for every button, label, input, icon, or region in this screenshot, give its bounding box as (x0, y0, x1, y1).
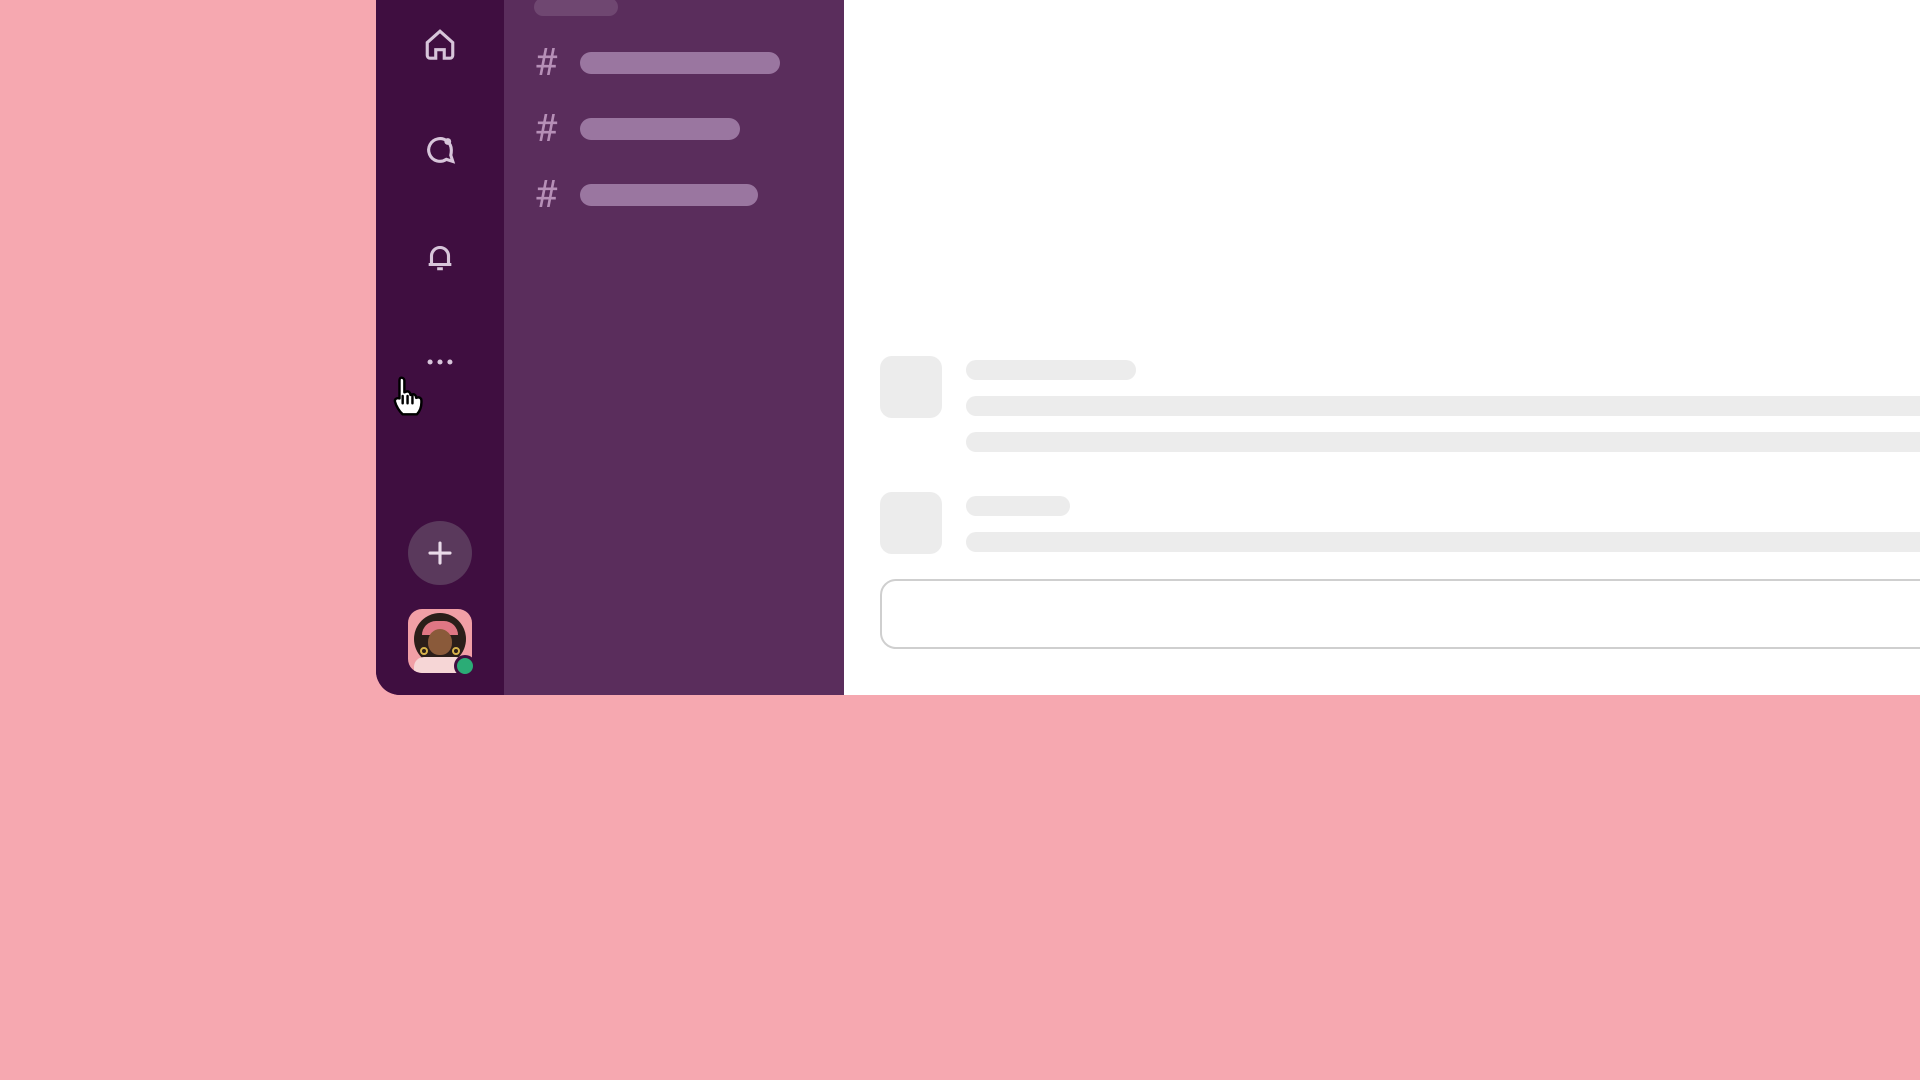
message-author-placeholder (966, 360, 1136, 380)
message-text-placeholder (966, 532, 1920, 552)
more-icon[interactable] (416, 338, 464, 386)
message-composer[interactable] (880, 579, 1920, 649)
message-pane (844, 0, 1920, 695)
hash-icon: # (534, 176, 558, 214)
message-avatar-placeholder (880, 492, 942, 554)
hash-icon: # (534, 44, 558, 82)
nav-rail (376, 0, 504, 695)
channels-section-label (534, 0, 618, 16)
message-author-placeholder (966, 496, 1070, 516)
channel-item[interactable]: # (534, 110, 814, 148)
user-avatar[interactable] (408, 609, 472, 673)
presence-indicator (454, 655, 476, 677)
message-text-placeholder (966, 432, 1920, 452)
channel-item[interactable]: # (534, 44, 814, 82)
channel-name-placeholder (580, 118, 740, 140)
hash-icon: # (534, 110, 558, 148)
app-window: # # # (376, 0, 1920, 695)
rail-bottom (376, 521, 504, 673)
channel-item[interactable]: # (534, 176, 814, 214)
dms-icon[interactable] (416, 126, 464, 174)
message-text-placeholder (966, 396, 1920, 416)
compose-button[interactable] (408, 521, 472, 585)
message-avatar-placeholder (880, 356, 942, 418)
channel-name-placeholder (580, 52, 780, 74)
channel-panel: # # # (504, 0, 844, 695)
home-icon[interactable] (416, 20, 464, 68)
activity-icon[interactable] (416, 232, 464, 280)
message-item (880, 492, 1920, 554)
channel-name-placeholder (580, 184, 758, 206)
message-item (880, 356, 1920, 452)
